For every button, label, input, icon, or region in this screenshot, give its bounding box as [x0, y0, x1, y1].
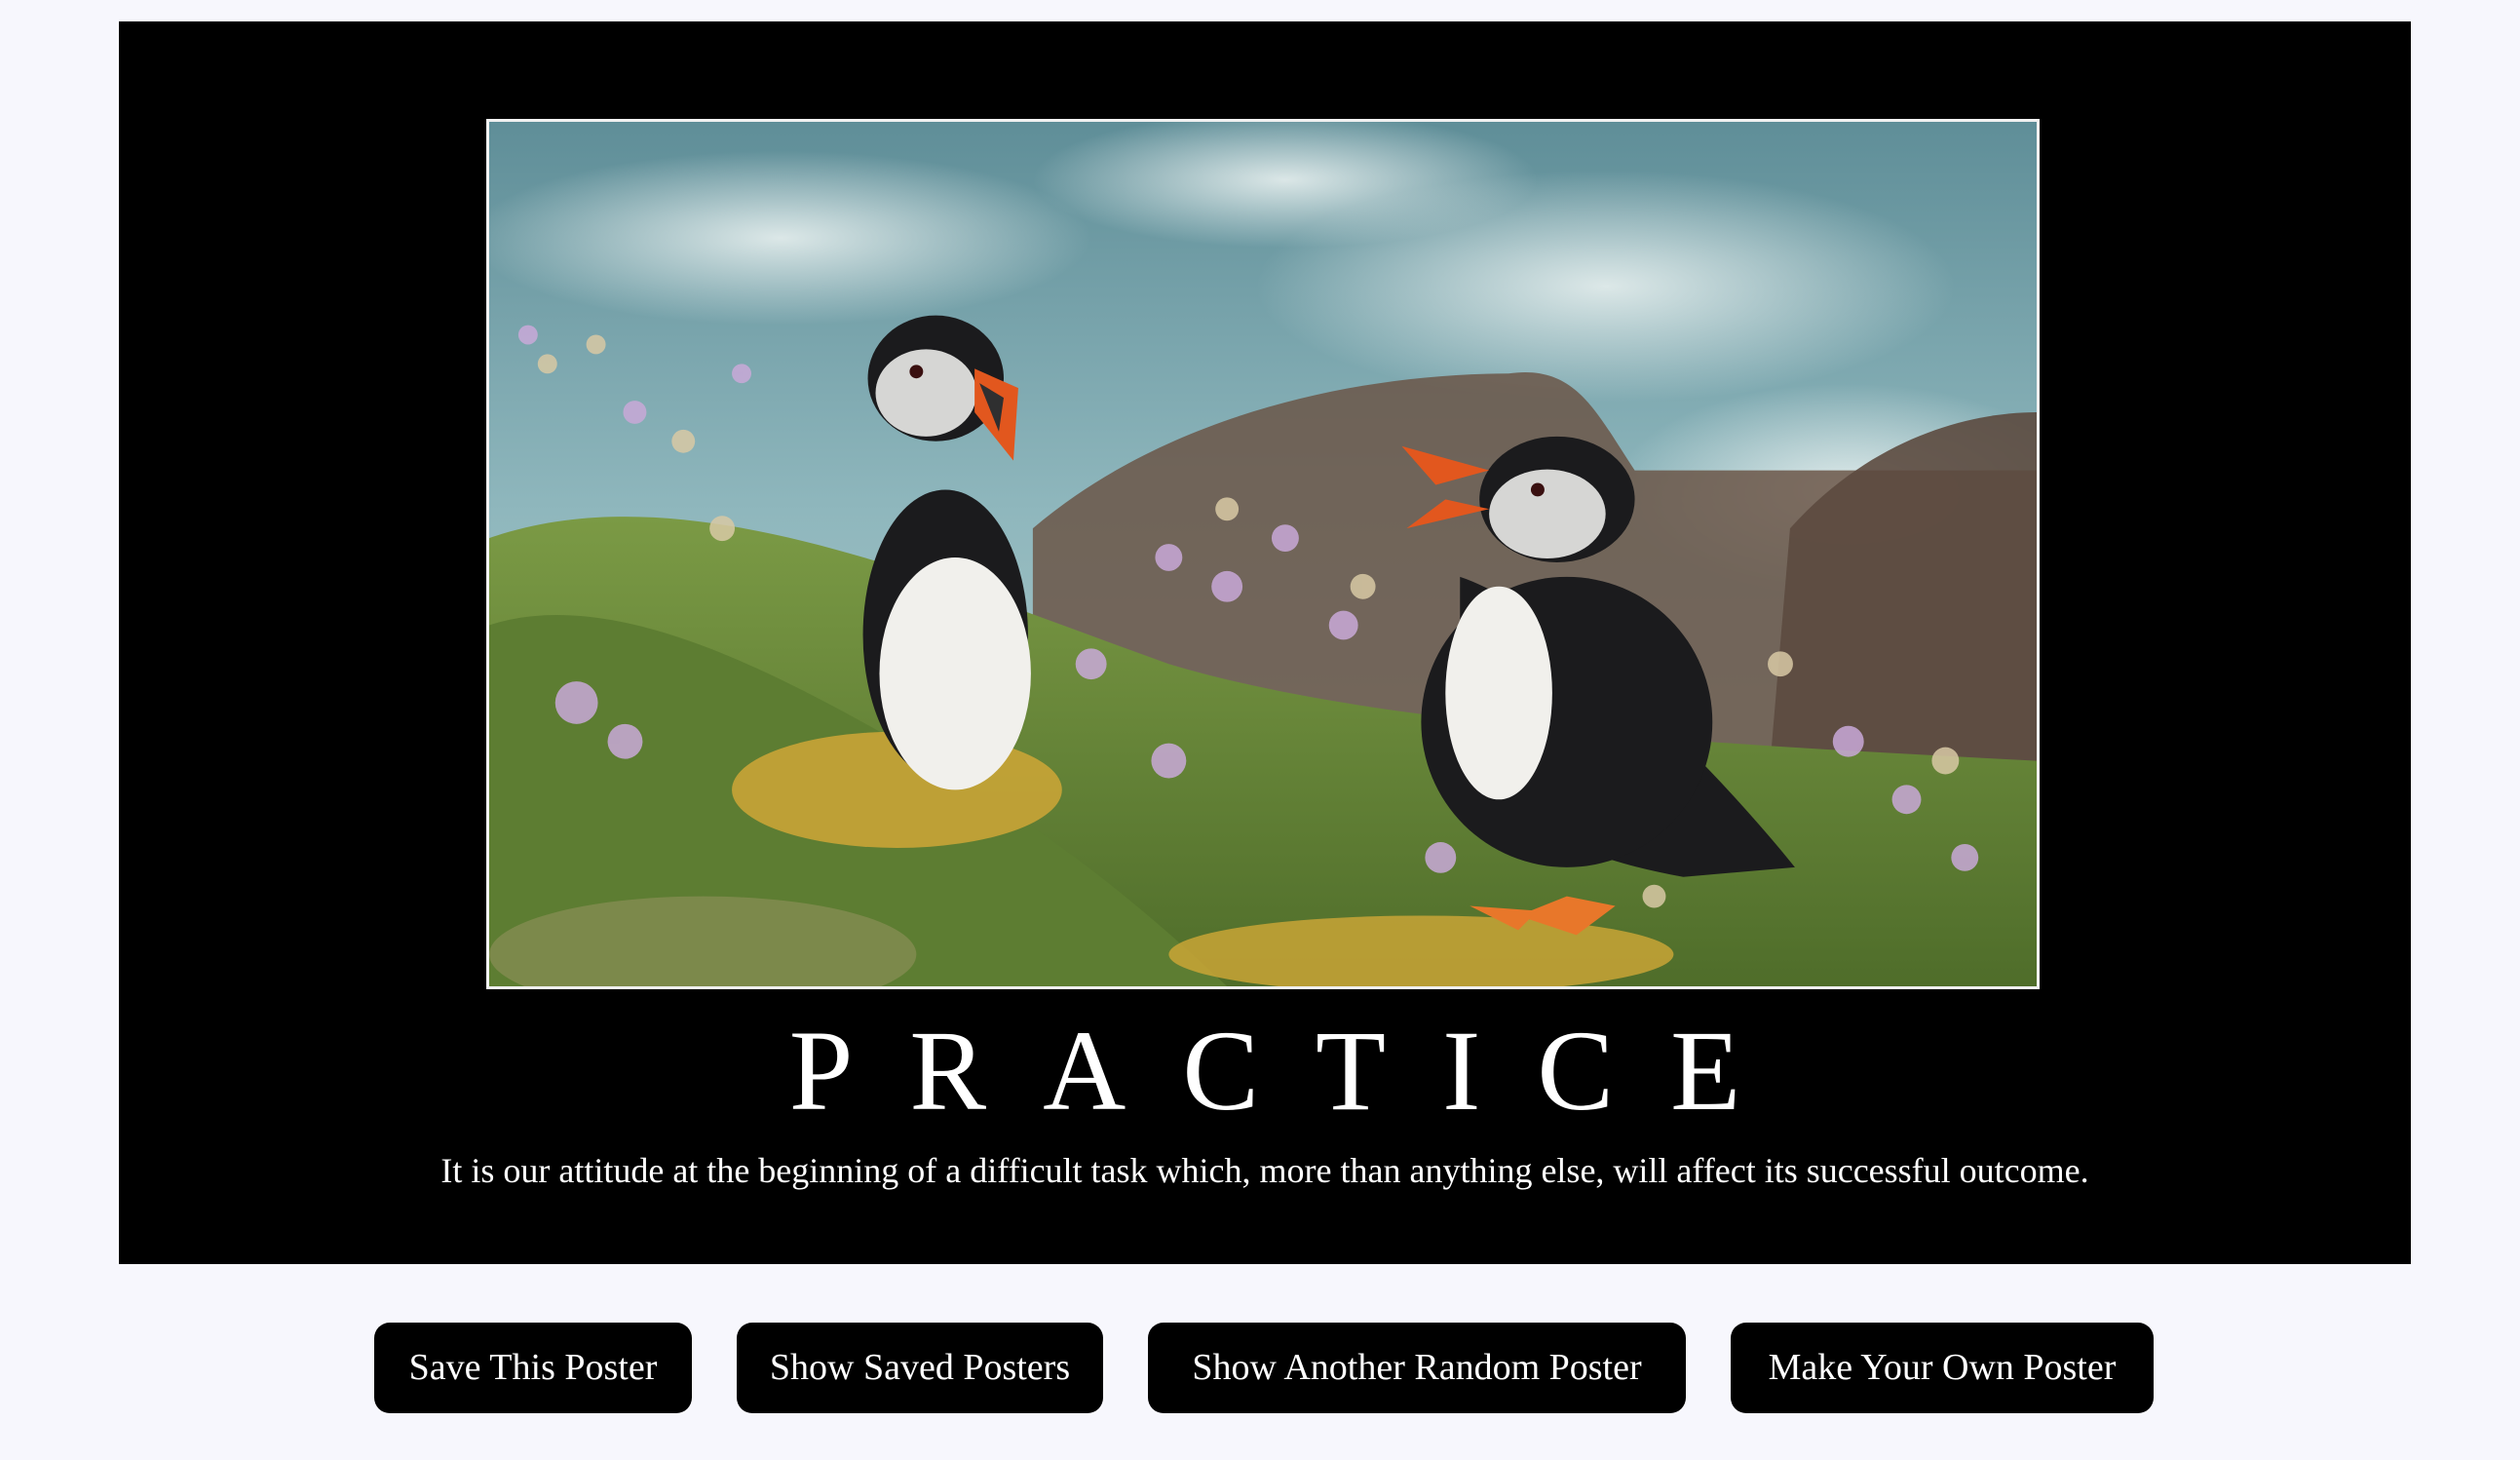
poster-image [486, 119, 2040, 989]
poster-quote: It is our attitude at the beginning of a… [440, 1151, 2089, 1190]
poster-controls: Save This Poster Show Saved Posters Show… [0, 1323, 2520, 1413]
make-own-poster-button[interactable]: Make Your Own Poster [1731, 1323, 2154, 1413]
poster-title: PRACTICE [788, 1007, 1798, 1134]
save-poster-button[interactable]: Save This Poster [374, 1323, 692, 1413]
show-random-poster-button[interactable]: Show Another Random Poster [1148, 1323, 1686, 1413]
poster: PRACTICE It is our attitude at the begin… [119, 21, 2411, 1264]
left-puffin [862, 315, 1031, 790]
show-saved-posters-button[interactable]: Show Saved Posters [737, 1323, 1103, 1413]
puffins-photo [489, 122, 2037, 986]
